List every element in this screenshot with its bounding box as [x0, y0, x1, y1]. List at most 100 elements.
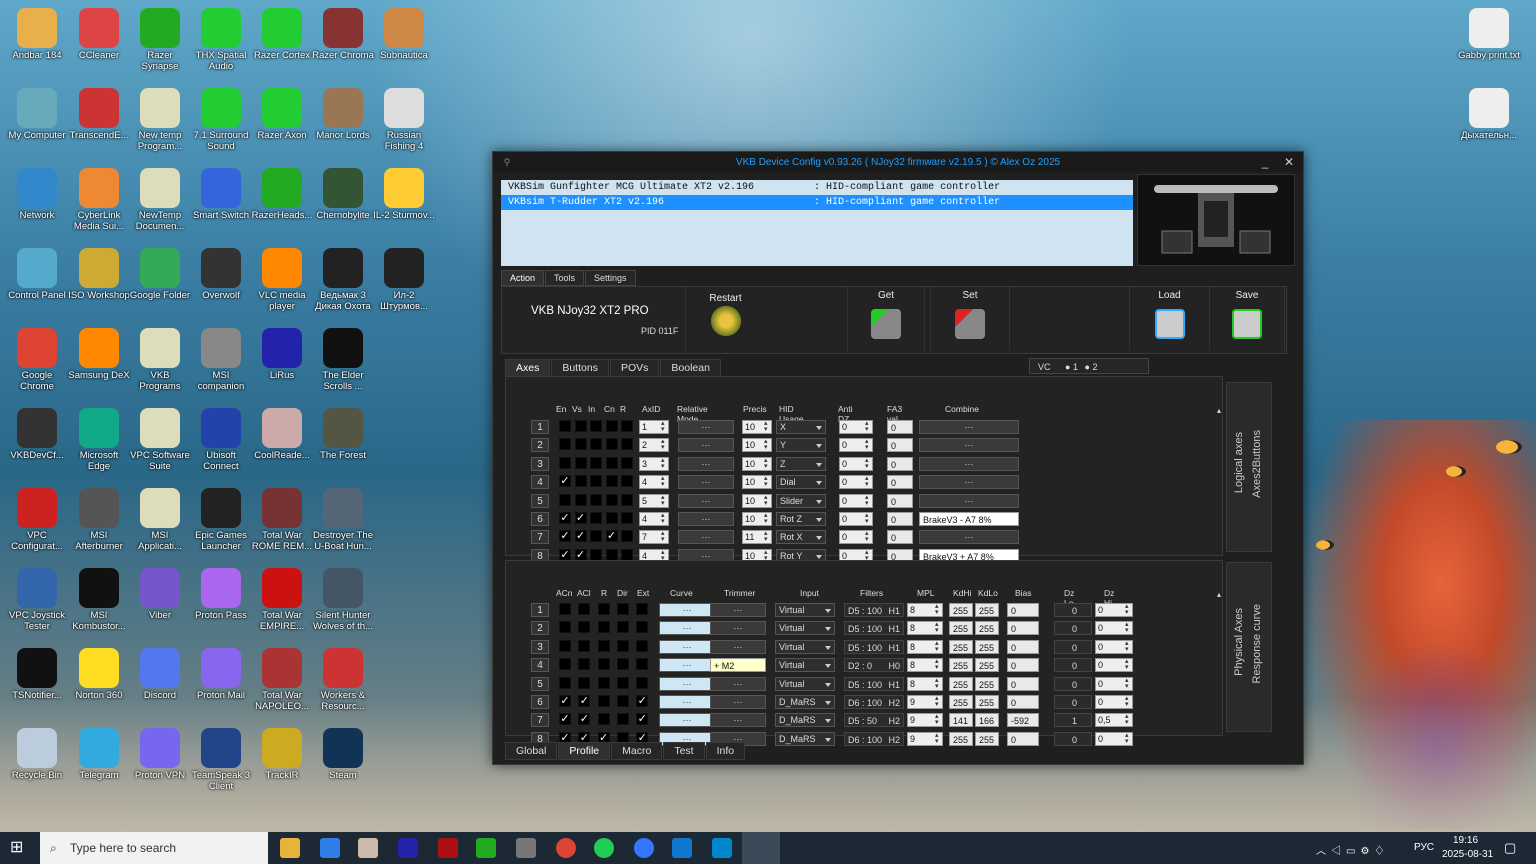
kdlo-field[interactable]: 255 — [975, 621, 999, 636]
desktop-icon[interactable]: LiRus — [251, 328, 313, 381]
close-button[interactable]: ✕ — [1277, 152, 1301, 172]
checkbox[interactable] — [574, 493, 587, 506]
fa3-field[interactable]: 0 — [887, 456, 913, 471]
antidz-spinner[interactable]: 0 — [839, 512, 873, 526]
desktop-icon[interactable]: MSI Applicati... — [129, 488, 191, 552]
kdhi-field[interactable]: 255 — [949, 603, 973, 617]
kdhi-field[interactable]: 255 — [949, 695, 973, 709]
relative-mode-button[interactable]: ··· — [678, 530, 734, 545]
tab-buttons[interactable]: Buttons — [551, 359, 609, 377]
desktop-icon[interactable]: ISO Workshop — [68, 248, 130, 301]
fa3-field[interactable]: 0 — [887, 420, 913, 434]
bias-field[interactable]: 0 — [1007, 658, 1039, 673]
desktop-icon[interactable]: Recycle Bin — [6, 728, 68, 781]
mpl-spinner[interactable]: 8 — [907, 603, 943, 617]
kdlo-field[interactable]: 255 — [975, 658, 999, 673]
precis-spinner[interactable]: 11 — [742, 530, 772, 545]
notifications-icon[interactable]: ▢ — [1504, 840, 1516, 856]
tab-tools[interactable]: Tools — [545, 270, 585, 286]
bias-field[interactable]: 0 — [1007, 639, 1039, 654]
input-select[interactable]: Virtual — [775, 676, 835, 691]
input-select[interactable]: D_MaRS — [775, 695, 835, 709]
desktop-icon[interactable]: MSI Afterburner — [68, 488, 130, 552]
bias-field[interactable]: 0 — [1007, 731, 1039, 746]
checkbox[interactable] — [597, 695, 610, 707]
checkbox[interactable] — [590, 438, 602, 451]
checkbox[interactable] — [616, 676, 629, 689]
checkbox[interactable] — [559, 493, 571, 506]
fa3-field[interactable]: 0 — [887, 530, 913, 545]
tab-global[interactable]: Global — [505, 742, 558, 760]
checkbox[interactable] — [597, 603, 610, 615]
hid-usage-select[interactable]: Rot Z — [776, 512, 826, 526]
checkbox[interactable] — [559, 438, 571, 451]
desktop-icon[interactable]: Norton 360 — [68, 648, 130, 701]
combine-field[interactable]: ··· — [919, 493, 1019, 508]
combine-field[interactable]: ··· — [919, 438, 1019, 453]
checkbox[interactable] — [574, 438, 587, 451]
curve-button[interactable]: ··· — [659, 676, 715, 691]
checkbox[interactable] — [605, 548, 618, 561]
axes2buttons-label[interactable]: Axes2Buttons — [1251, 430, 1263, 498]
filters-field[interactable]: D5 : 100 H1 — [844, 603, 904, 617]
checkbox[interactable]: ✓ — [574, 548, 587, 561]
hid-usage-select[interactable]: Rot X — [776, 530, 826, 545]
tab-action[interactable]: Action — [501, 270, 545, 286]
minimize-button[interactable]: _ — [1253, 152, 1277, 172]
kdlo-field[interactable]: 255 — [975, 695, 999, 709]
tab-settings[interactable]: Settings — [585, 270, 636, 286]
desktop-icon[interactable]: CoolReade... — [251, 408, 313, 461]
checkbox[interactable] — [605, 493, 618, 506]
mpl-spinner[interactable]: 9 — [907, 731, 943, 746]
checkbox[interactable]: ✓ — [559, 512, 571, 524]
kdlo-field[interactable]: 255 — [975, 603, 999, 617]
checkbox[interactable]: ✓ — [636, 695, 649, 707]
checkbox[interactable] — [578, 621, 591, 634]
input-select[interactable]: Virtual — [775, 639, 835, 654]
checkbox[interactable] — [605, 475, 618, 488]
desktop-icon[interactable]: TrackIR — [251, 728, 313, 781]
get-button[interactable]: Get — [847, 287, 925, 351]
checkbox[interactable] — [605, 420, 618, 432]
save-button[interactable]: Save — [1209, 287, 1285, 351]
precis-spinner[interactable]: 10 — [742, 475, 772, 490]
device-row-selected[interactable]: VKBsim T-Rudder XT2 v2.196 : HID-complia… — [501, 195, 1133, 210]
desktop-icon[interactable]: Network — [6, 168, 68, 221]
input-select[interactable]: Virtual — [775, 658, 835, 673]
desktop-icon[interactable]: Razer Cortex — [251, 8, 313, 61]
bias-field[interactable]: -592 — [1007, 713, 1039, 728]
trimmer-field[interactable]: ··· — [710, 621, 766, 636]
input-select[interactable]: D_MaRS — [775, 731, 835, 746]
combine-field[interactable]: BrakeV3 - A7 8% — [919, 512, 1019, 526]
desktop-icon[interactable]: TeamSpeak 3 Client — [190, 728, 252, 792]
checkbox[interactable]: ✓ — [559, 713, 571, 726]
kdhi-field[interactable]: 255 — [949, 731, 973, 746]
desktop-icon[interactable]: Viber — [129, 568, 191, 621]
mpl-spinner[interactable]: 8 — [907, 639, 943, 654]
axid-spinner[interactable]: 3 — [639, 456, 669, 471]
desktop-icon[interactable]: VKBDevCf... — [6, 408, 68, 461]
fa3-field[interactable]: 0 — [887, 512, 913, 526]
vc-radio-2-icon[interactable]: ● — [1085, 362, 1090, 372]
device-list[interactable]: VKBSim Gunfighter MCG Ultimate XT2 v2.19… — [501, 180, 1133, 266]
dzlo-field[interactable]: 0 — [1054, 676, 1092, 691]
desktop-icon[interactable]: IL-2 Sturmov... — [373, 168, 435, 221]
restart-button[interactable]: Restart — [685, 287, 765, 351]
input-select[interactable]: Virtual — [775, 603, 835, 617]
checkbox[interactable] — [621, 548, 633, 561]
desktop-icon[interactable]: Chernobylite — [312, 168, 374, 221]
desktop-icon[interactable]: Andbar 184 — [6, 8, 68, 61]
tab-boolean[interactable]: Boolean — [660, 359, 721, 377]
desktop-icon[interactable]: VPC Joystick Tester — [6, 568, 68, 632]
trimmer-field[interactable]: ··· — [710, 676, 766, 691]
whatsapp-icon[interactable] — [594, 838, 614, 858]
checkbox[interactable] — [621, 420, 633, 432]
desktop-icon[interactable]: TranscendE... — [68, 88, 130, 141]
desktop-icon[interactable]: VPC Software Suite — [129, 408, 191, 472]
curve-button[interactable]: ··· — [659, 695, 715, 709]
axid-spinner[interactable]: 1 — [639, 420, 669, 434]
checkbox[interactable] — [636, 676, 649, 689]
filters-field[interactable]: D5 : 100 H1 — [844, 639, 904, 654]
axid-spinner[interactable]: 7 — [639, 530, 669, 545]
kdlo-field[interactable]: 255 — [975, 639, 999, 654]
